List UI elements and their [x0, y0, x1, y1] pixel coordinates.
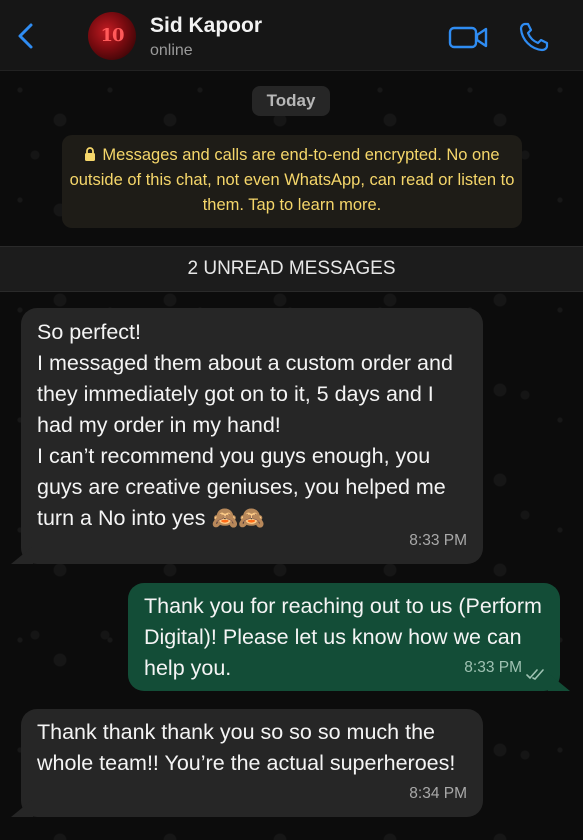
message-bubble-incoming[interactable]: So perfect! I messaged them about a cust… — [21, 308, 483, 564]
unread-banner: 2 UNREAD MESSAGES — [0, 246, 583, 292]
avatar-text: 10 — [100, 25, 124, 46]
chat-header: 10 Sid Kapoor online — [0, 0, 583, 71]
video-camera-icon[interactable] — [448, 24, 488, 50]
date-separator: Today — [252, 86, 330, 116]
contact-name[interactable]: Sid Kapoor — [150, 14, 262, 38]
message-bubble-outgoing[interactable]: Thank you for reaching out to us (Perfor… — [128, 583, 560, 691]
message-time: 8:33 PM — [464, 659, 522, 676]
message-time: 8:34 PM — [409, 785, 467, 802]
message-time: 8:33 PM — [409, 532, 467, 549]
encryption-notice[interactable]: Messages and calls are end-to-end encryp… — [62, 135, 522, 228]
message-text: Thank thank thank you so so so much the … — [37, 720, 456, 775]
message-text: So perfect! I messaged them about a cust… — [37, 320, 453, 530]
phone-icon[interactable] — [518, 21, 550, 53]
encryption-text: Messages and calls are end-to-end encryp… — [69, 146, 515, 214]
avatar[interactable]: 10 — [88, 12, 136, 60]
message-bubble-incoming[interactable]: Thank thank thank you so so so much the … — [21, 709, 483, 817]
lock-icon — [85, 147, 96, 161]
contact-status: online — [150, 42, 193, 59]
chevron-left-icon[interactable] — [14, 22, 38, 50]
read-receipt-icon — [526, 669, 544, 680]
